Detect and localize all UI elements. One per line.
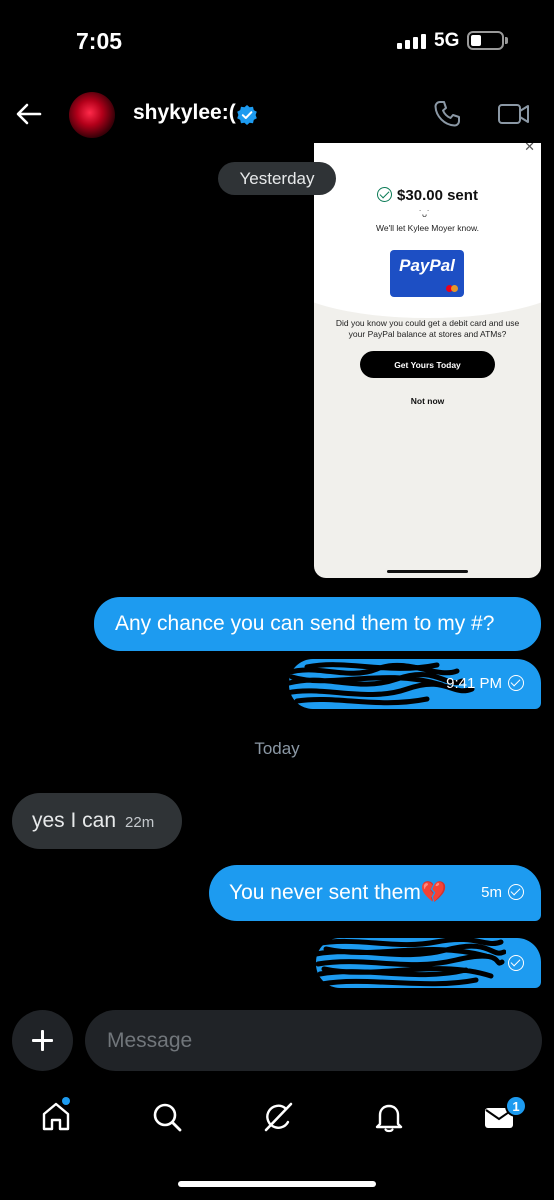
mastercard-icon (446, 285, 458, 292)
sent-receipt-icon (508, 884, 524, 900)
arrow-left-icon (16, 103, 42, 125)
verified-badge-icon (237, 105, 257, 125)
message-time: 9:41 PM (446, 675, 502, 692)
search-icon (153, 1103, 182, 1132)
message-bubble-outgoing-redacted[interactable]: 9:41 PM (287, 659, 541, 709)
message-bubble-outgoing-redacted[interactable] (316, 936, 541, 988)
sent-receipt-icon (508, 955, 524, 971)
messages-badge: 1 (505, 1095, 527, 1117)
date-separator-yesterday: Yesterday (218, 162, 336, 195)
paypal-logo: PayPal (399, 256, 455, 275)
message-text: Any chance you can send them to my #? (115, 612, 495, 635)
payment-sent-text: $30.00 sent (314, 187, 541, 204)
message-meta: 9:41 PM (446, 659, 524, 709)
signal-icon (397, 34, 426, 49)
conversation-username[interactable]: shykylee:( (133, 101, 236, 125)
home-bar (387, 570, 468, 573)
promo-text: Did you know you could get a debit card … (335, 318, 520, 339)
nav-home[interactable] (36, 1097, 76, 1137)
payment-sent-label: $30.00 sent (397, 187, 478, 204)
message-bubble-outgoing[interactable]: You never sent them💔 5m (209, 865, 541, 921)
home-notification-dot (62, 1097, 70, 1105)
message-time: 22m (125, 814, 155, 831)
call-button[interactable] (432, 99, 462, 129)
nav-notifications[interactable] (369, 1097, 409, 1137)
back-button[interactable] (12, 97, 46, 131)
get-yours-today-button: Get Yours Today (360, 351, 495, 378)
avatar[interactable] (69, 92, 115, 138)
message-meta: 5m (481, 865, 524, 921)
status-time: 7:05 (76, 28, 123, 54)
message-bubble-incoming[interactable]: yes I can 22m (12, 793, 182, 849)
home-indicator (178, 1181, 376, 1187)
read-receipt-icon (508, 675, 524, 691)
message-input[interactable] (85, 1010, 542, 1071)
video-camera-icon (498, 104, 529, 124)
date-separator-today: Today (254, 739, 300, 758)
emoji-mini-icon: ˙ᴗ˙ (419, 209, 430, 219)
battery-tip (505, 37, 508, 44)
message-text: You never sent them💔 (229, 881, 447, 904)
grok-icon (264, 1102, 293, 1132)
shared-image[interactable]: ✕ $30.00 sent ˙ᴗ˙ We'll let Kylee Moyer … (314, 143, 541, 578)
not-now-button: Not now (410, 396, 445, 406)
check-circle-icon (377, 187, 393, 202)
close-icon: ✕ (524, 143, 535, 154)
phone-icon (434, 101, 460, 127)
add-media-button[interactable] (12, 1010, 73, 1071)
redaction-scribble (316, 936, 506, 987)
nav-search[interactable] (147, 1097, 187, 1137)
message-text: yes I can (32, 809, 117, 832)
battery-icon (467, 31, 504, 50)
paypal-card-image: PayPal (390, 250, 464, 297)
notify-text: We'll let Kylee Moyer know. (375, 223, 480, 233)
message-time: 5m (481, 884, 502, 901)
network-label: 5G (434, 30, 460, 51)
video-call-button[interactable] (497, 101, 531, 127)
home-icon (42, 1102, 70, 1131)
notifications-icon (375, 1104, 403, 1133)
message-bubble-outgoing[interactable]: Any chance you can send them to my #? (94, 597, 541, 651)
nav-grok[interactable] (258, 1097, 298, 1137)
